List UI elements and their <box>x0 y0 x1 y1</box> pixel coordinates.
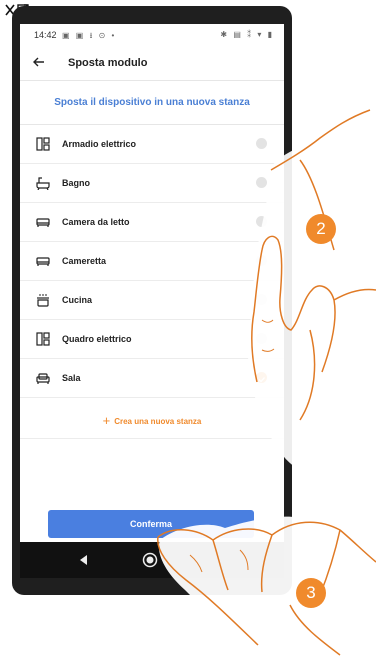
pointing-hand-illustration-lower <box>157 516 376 661</box>
step-number-3-badge: 3 <box>296 578 326 608</box>
step-number-2-badge: 2 <box>306 214 336 244</box>
